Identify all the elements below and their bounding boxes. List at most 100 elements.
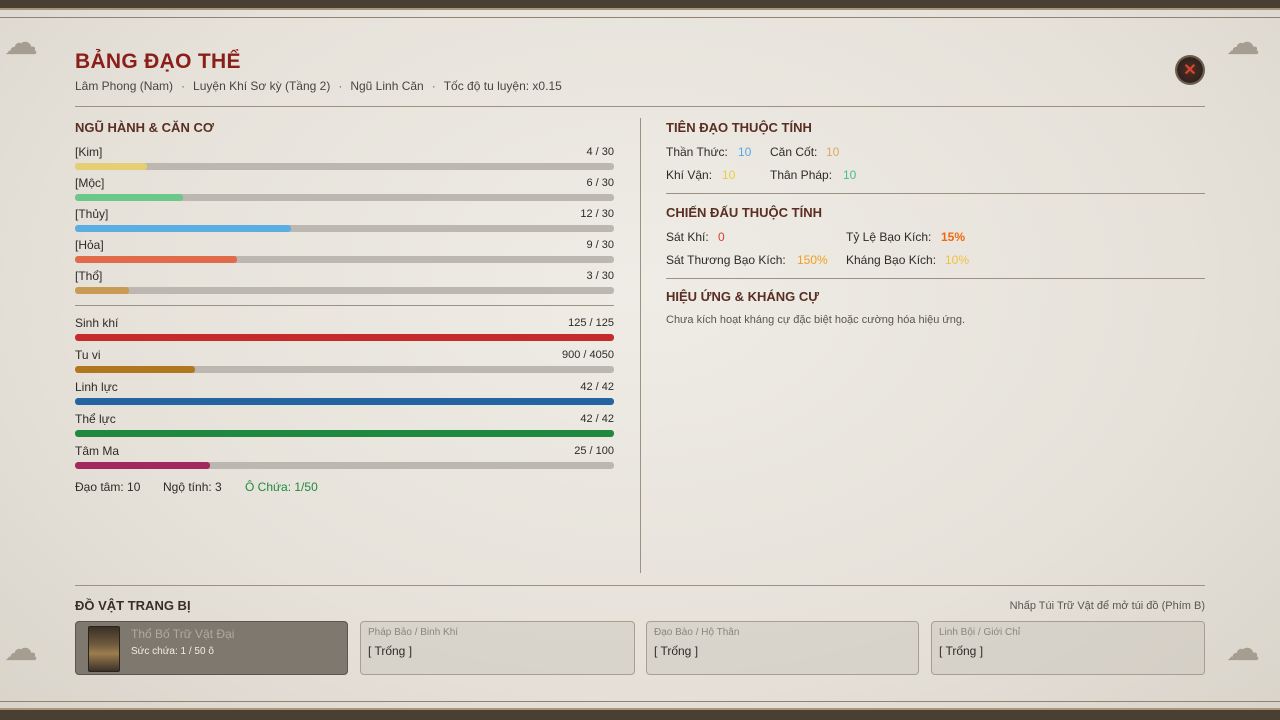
element-row: [Mộc] 6 / 30 <box>75 176 614 201</box>
vital-bar-track <box>75 462 614 469</box>
cloud-ornament-icon: ☁ <box>1226 24 1260 62</box>
can-cot-label: Căn Cốt: <box>770 145 818 159</box>
cloud-ornament-icon: ☁ <box>4 24 38 62</box>
sat-khi-label: Sát Khí: <box>666 230 709 244</box>
vital-bar-track <box>75 366 614 373</box>
vital-row: Linh lực 42 / 42 <box>75 380 614 405</box>
ngo-tinh-stat: Ngộ tính: 3 <box>163 480 222 494</box>
element-label: [Mộc] <box>75 176 105 190</box>
elements-divider <box>75 305 614 306</box>
cloud-ornament-icon: ☁ <box>1226 630 1260 668</box>
equipment-divider <box>75 585 1205 586</box>
element-value: 3 / 30 <box>586 270 614 282</box>
vital-value: 42 / 42 <box>580 413 614 425</box>
tien-dao-title: TIÊN ĐẠO THUỘC TÍNH <box>666 120 812 135</box>
than-thuc-value: 10 <box>738 145 752 159</box>
elements-title: NGŨ HÀNH & CĂN CƠ <box>75 120 214 135</box>
element-bar-track <box>75 194 614 201</box>
accessory-slot[interactable]: Linh Bội / Giới Chỉ [ Trống ] <box>931 621 1205 675</box>
spirit-root: Ngũ Linh Căn <box>350 79 424 93</box>
vital-value: 25 / 100 <box>574 445 614 457</box>
bag-icon <box>88 626 120 672</box>
crit-damage-label: Sát Thương Bạo Kích: <box>666 253 786 267</box>
slot-value: [ Trống ] <box>368 644 413 658</box>
storage-bag-slot[interactable]: Thổ Bố Trữ Vật Đại Sức chứa: 1 / 50 ô <box>75 621 348 675</box>
than-phap-label: Thân Pháp: <box>770 168 833 182</box>
separator: · <box>181 79 186 93</box>
than-phap-value: 10 <box>843 168 857 182</box>
element-value: 4 / 30 <box>586 146 614 158</box>
vital-bar-track <box>75 334 614 341</box>
page-title: BẢNG ĐẠO THỂ <box>75 50 241 73</box>
chien-dau-title: CHIẾN ĐẤU THUỘC TÍNH <box>666 205 822 220</box>
vital-value: 900 / 4050 <box>562 349 614 361</box>
vital-bar-fill <box>75 398 614 405</box>
column-divider <box>640 118 641 573</box>
header-divider <box>75 106 1205 107</box>
character-info: Lâm Phong (Nam) · Luyện Khí Sơ kỳ (Tầng 2)… <box>75 79 562 93</box>
element-value: 9 / 30 <box>586 239 614 251</box>
khi-van-label: Khí Vận: <box>666 168 713 182</box>
element-row: [Hỏa] 9 / 30 <box>75 238 614 263</box>
vital-label: Tâm Ma <box>75 444 120 458</box>
than-thuc-label: Thần Thức: <box>666 145 728 159</box>
cultivation-realm: Luyện Khí Sơ kỳ (Tầng 2) <box>193 79 331 93</box>
element-bar-track <box>75 287 614 294</box>
khi-van-value: 10 <box>722 168 736 182</box>
crit-damage-value: 150% <box>797 253 828 267</box>
element-bar-fill <box>75 256 237 263</box>
element-bar-track <box>75 163 614 170</box>
element-bar-fill <box>75 287 129 294</box>
effects-title: HIỆU ỨNG & KHÁNG CỰ <box>666 289 820 304</box>
vital-bar-fill <box>75 366 195 373</box>
dao-tam-stat: Đạo tâm: 10 <box>75 480 141 494</box>
sat-khi-value: 0 <box>718 230 725 244</box>
cloud-ornament-icon: ☁ <box>4 630 38 668</box>
slot-type: Đạo Bào / Hộ Thân <box>654 627 740 638</box>
bag-name: Thổ Bố Trữ Vật Đại <box>131 627 235 641</box>
effects-note: Chưa kích hoạt kháng cự đặc biệt hoặc cư… <box>666 314 966 326</box>
crit-resist-label: Kháng Bạo Kích: <box>846 253 937 267</box>
equipment-title: ĐỒ VẬT TRANG BỊ <box>75 598 191 613</box>
vital-bar-track <box>75 398 614 405</box>
vital-label: Tu vi <box>75 348 101 362</box>
crit-rate-label: Tỷ Lệ Bạo Kích: <box>846 230 932 244</box>
element-bar-fill <box>75 225 291 232</box>
armor-slot[interactable]: Đạo Bào / Hộ Thân [ Trống ] <box>646 621 919 675</box>
separator: · <box>431 79 436 93</box>
slot-value: [ Trống ] <box>654 644 699 658</box>
element-bar-fill <box>75 194 183 201</box>
element-label: [Kim] <box>75 145 103 159</box>
bag-hint: Nhấp Túi Trữ Vật để mở túi đồ (Phím B) <box>1009 600 1205 612</box>
element-row: [Thủy] 12 / 30 <box>75 207 614 232</box>
element-bar-track <box>75 225 614 232</box>
separator: · <box>338 79 343 93</box>
close-icon: ✕ <box>1183 62 1197 79</box>
element-label: [Thủy] <box>75 207 109 221</box>
element-label: [Thổ] <box>75 269 103 283</box>
vital-row: Tâm Ma 25 / 100 <box>75 444 614 469</box>
close-button[interactable]: ✕ <box>1177 57 1203 83</box>
bottom-frame <box>0 708 1280 720</box>
vital-value: 125 / 125 <box>568 317 614 329</box>
section-divider <box>666 278 1205 279</box>
can-cot-value: 10 <box>826 145 840 159</box>
slot-type: Linh Bội / Giới Chỉ <box>939 627 1021 638</box>
bag-capacity: Sức chứa: 1 / 50 ô <box>131 646 214 657</box>
vital-bar-fill <box>75 462 210 469</box>
element-value: 6 / 30 <box>586 177 614 189</box>
element-bar-track <box>75 256 614 263</box>
section-divider <box>666 193 1205 194</box>
top-frame <box>0 0 1280 10</box>
element-row: [Kim] 4 / 30 <box>75 145 614 170</box>
element-label: [Hỏa] <box>75 238 104 252</box>
cultivation-speed: Tốc độ tu luyện: x0.15 <box>443 79 562 93</box>
crit-resist-value: 10% <box>945 253 970 267</box>
storage-stat: Ô Chứa: 1/50 <box>245 480 318 494</box>
vital-row: Sinh khí 125 / 125 <box>75 316 614 341</box>
vital-bar-fill <box>75 430 614 437</box>
vital-label: Linh lực <box>75 380 118 394</box>
weapon-slot[interactable]: Pháp Bảo / Binh Khí [ Trống ] <box>360 621 635 675</box>
vital-label: Thể lực <box>75 412 116 426</box>
vital-bar-fill <box>75 334 614 341</box>
